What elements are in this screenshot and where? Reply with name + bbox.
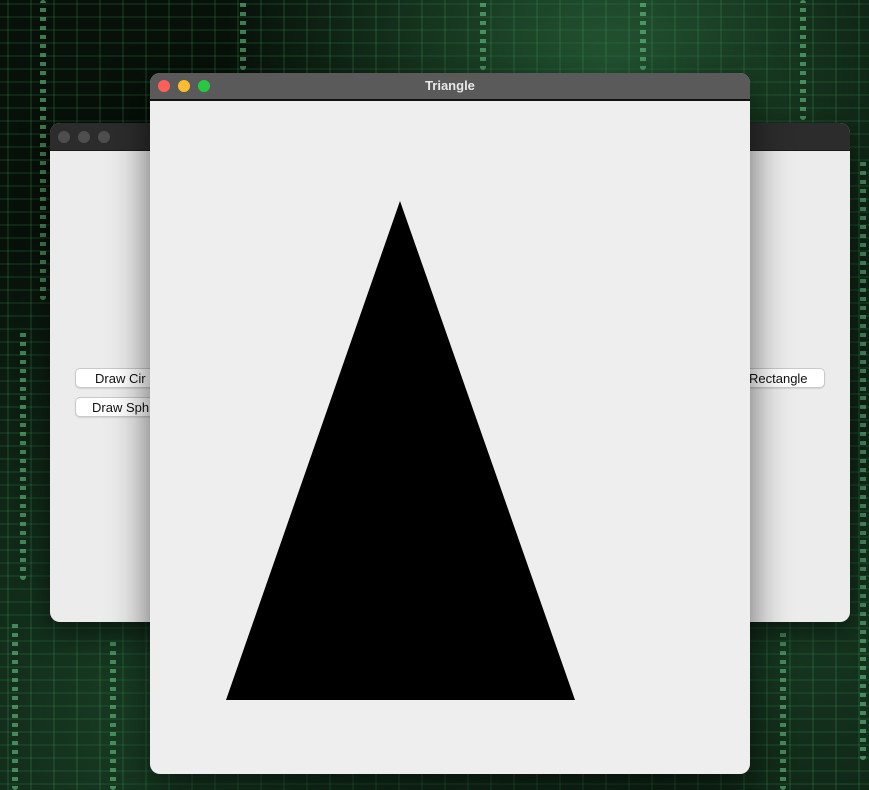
minimize-icon[interactable] bbox=[78, 131, 90, 143]
background-glyphs bbox=[12, 620, 18, 790]
triangle-window: Triangle bbox=[150, 73, 750, 774]
background-glyphs bbox=[480, 0, 486, 70]
triangle-shape bbox=[226, 201, 575, 700]
zoom-icon[interactable] bbox=[98, 131, 110, 143]
draw-rectangle-button[interactable]: Rectangle bbox=[740, 368, 825, 388]
background-glyphs bbox=[40, 0, 46, 300]
close-icon[interactable] bbox=[58, 131, 70, 143]
drawing-canvas bbox=[226, 201, 575, 700]
background-glyphs bbox=[860, 160, 866, 760]
background-glyphs bbox=[780, 630, 786, 790]
background-glyphs bbox=[640, 0, 646, 70]
background-glyphs bbox=[800, 0, 806, 120]
background-glyphs bbox=[110, 640, 116, 790]
triangle-window-titlebar[interactable]: Triangle bbox=[150, 73, 750, 101]
background-glyphs bbox=[20, 330, 26, 580]
window-title: Triangle bbox=[425, 78, 475, 93]
background-glyphs bbox=[240, 0, 246, 70]
